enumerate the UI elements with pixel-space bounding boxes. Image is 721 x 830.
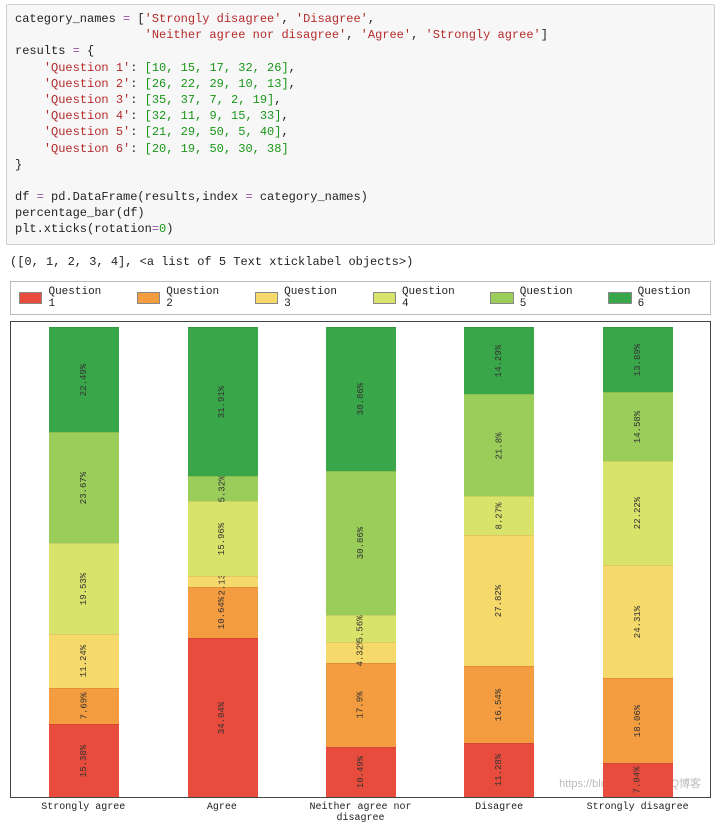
bar-4: 7.04% 18.06% 24.31% 22.22% 14.58% 13.89% — [603, 327, 673, 797]
bar-value-label: 14.29% — [494, 345, 504, 377]
bar-segment: 15.96% — [188, 501, 258, 576]
swatch-icon — [19, 292, 42, 304]
x-axis-labels: Strongly agree Agree Neither agree nor dis… — [10, 798, 711, 824]
bar-value-label: 7.04% — [633, 767, 643, 794]
x-tick-label: Strongly agree — [23, 802, 143, 824]
bar-value-label: 30.86% — [356, 527, 366, 559]
bar-segment: 14.29% — [464, 327, 534, 394]
code-token: category_names — [15, 12, 123, 26]
bar-segment: 30.86% — [326, 471, 396, 615]
bar-value-label: 14.58% — [633, 411, 643, 443]
x-tick-label: Agree — [162, 802, 282, 824]
bar-segment: 31.91% — [188, 327, 258, 476]
bar-1: 34.04% 10.64% 2.13% 15.96% 5.32% 31.91% — [188, 327, 258, 797]
bar-value-label: 18.06% — [633, 705, 643, 737]
bar-segment: 19.53% — [49, 543, 119, 635]
bar-segment: 11.28% — [464, 743, 534, 796]
legend-item-q5: Question 5 — [490, 286, 584, 310]
bar-value-label: 19.53% — [79, 573, 89, 605]
bar-segment: 30.86% — [326, 327, 396, 471]
swatch-icon — [255, 292, 278, 304]
bar-segment: 15.38% — [49, 724, 119, 796]
bar-segment: 11.24% — [49, 634, 119, 687]
bar-value-label: 10.64% — [218, 597, 228, 629]
bar-segment: 16.54% — [464, 666, 534, 744]
bar-value-label: 11.28% — [494, 754, 504, 786]
legend-item-q6: Question 6 — [608, 286, 702, 310]
bar-value-label: 34.04% — [218, 701, 228, 733]
swatch-icon — [490, 292, 513, 304]
bar-value-label: 31.91% — [218, 385, 228, 417]
swatch-icon — [137, 292, 160, 304]
bar-value-label: 22.22% — [633, 497, 643, 529]
bar-segment: 14.58% — [603, 392, 673, 461]
bar-segment: 18.06% — [603, 678, 673, 763]
bar-value-label: 16.54% — [494, 689, 504, 721]
bar-segment: 5.56% — [326, 615, 396, 642]
x-tick-label: Disagree — [439, 802, 559, 824]
legend-item-q3: Question 3 — [255, 286, 349, 310]
bar-segment: 5.32% — [188, 476, 258, 502]
bar-segment: 22.22% — [603, 461, 673, 565]
legend-label: Question 6 — [638, 286, 702, 310]
bar-segment: 22.49% — [49, 327, 119, 432]
bar-value-label: 15.38% — [79, 745, 89, 777]
bar-segment: 24.31% — [603, 565, 673, 679]
x-tick-label: Neither agree nor disagree — [300, 802, 420, 824]
bar-segment: 17.9% — [326, 663, 396, 747]
legend: Question 1 Question 2 Question 3 Questio… — [10, 281, 711, 315]
bar-value-label: 27.82% — [494, 585, 504, 617]
bar-value-label: 17.9% — [356, 692, 366, 719]
bar-value-label: 8.27% — [494, 503, 504, 530]
legend-item-q2: Question 2 — [137, 286, 231, 310]
swatch-icon — [608, 292, 631, 304]
bar-value-label: 24.31% — [633, 606, 643, 638]
bar-segment: 21.8% — [464, 394, 534, 496]
plot-area: https://blog.csdn.net/ITQ博客 15.38%7.69%1… — [10, 321, 711, 798]
code-cell: category_names = ['Strongly disagree', '… — [6, 4, 715, 245]
bar-segment: 10.49% — [326, 747, 396, 797]
bar-0: 15.38% 7.69% 11.24% 19.53% 23.67% 22.49% — [49, 327, 119, 797]
bar-value-label: 23.67% — [79, 472, 89, 504]
bar-value-label: 22.49% — [79, 364, 89, 396]
bar-value-label: 30.86% — [356, 383, 366, 415]
x-tick-label: Strongly disagree — [578, 802, 698, 824]
bar-segment: 7.04% — [603, 763, 673, 797]
bar-segment: 27.82% — [464, 535, 534, 665]
swatch-icon — [373, 292, 396, 304]
legend-label: Question 3 — [284, 286, 348, 310]
bar-segment: 7.69% — [49, 688, 119, 725]
bar-value-label: 7.69% — [79, 693, 89, 720]
output-text: ([0, 1, 2, 3, 4], <a list of 5 Text xtic… — [0, 251, 721, 277]
bar-value-label: 5.56% — [356, 615, 366, 642]
bar-value-label: 15.96% — [218, 523, 228, 555]
bar-segment: 4.32% — [326, 642, 396, 663]
legend-item-q1: Question 1 — [19, 286, 113, 310]
bar-segment: 8.27% — [464, 496, 534, 535]
bar-value-label: 13.89% — [633, 344, 643, 376]
legend-label: Question 5 — [520, 286, 584, 310]
bar-value-label: 5.32% — [218, 475, 228, 502]
bar-segment: 23.67% — [49, 432, 119, 543]
legend-label: Question 1 — [48, 286, 112, 310]
bar-value-label: 10.49% — [356, 756, 366, 788]
legend-label: Question 4 — [402, 286, 466, 310]
legend-label: Question 2 — [166, 286, 230, 310]
bar-segment: 34.04% — [188, 638, 258, 797]
bar-3: 11.28% 16.54% 27.82% 8.27% 21.8% 14.29% — [464, 327, 534, 797]
bar-2: 10.49% 17.9% 4.32%5.56% 30.86% 30.86% — [326, 327, 396, 797]
bar-value-label: 11.24% — [79, 645, 89, 677]
bar-value-label: 21.8% — [494, 432, 504, 459]
bar-value-label: 4.32% — [356, 639, 366, 666]
bar-segment: 2.13% — [188, 576, 258, 587]
bar-segment: 13.89% — [603, 327, 673, 392]
legend-item-q4: Question 4 — [373, 286, 467, 310]
chart: Question 1 Question 2 Question 3 Questio… — [10, 281, 711, 824]
